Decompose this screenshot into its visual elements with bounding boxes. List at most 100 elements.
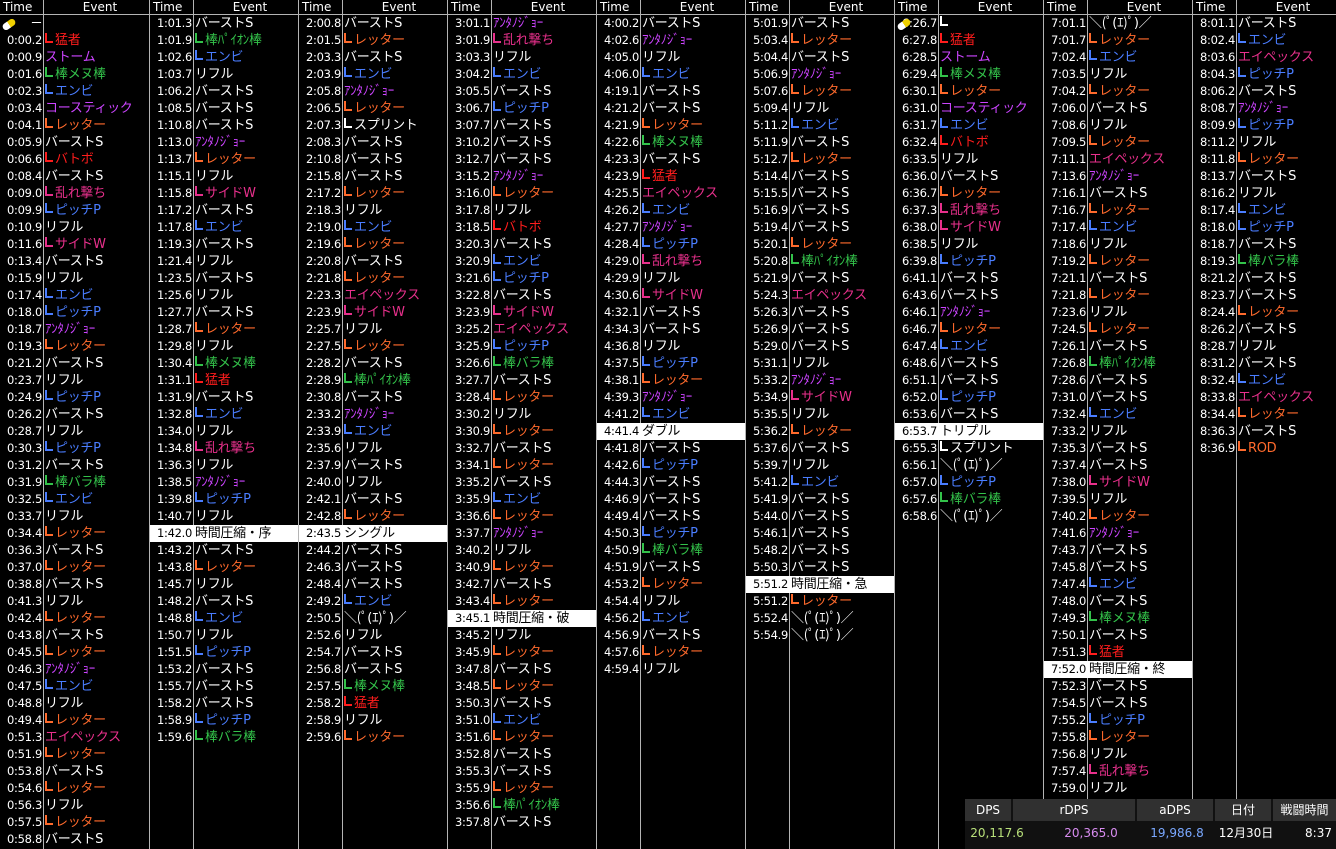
- event-row: 3:40.2 リフル: [448, 542, 596, 559]
- stats-header-duration: 戦闘時間: [1273, 799, 1336, 821]
- event-label: バーストS: [1089, 441, 1148, 456]
- event-row: 0:30.3 ピッチP: [0, 440, 149, 457]
- event-label: リフル: [45, 373, 84, 388]
- event-label: レッター: [1238, 304, 1299, 321]
- event-time: 5:11.9: [753, 135, 788, 149]
- event-label: 棒メヌ棒: [642, 134, 703, 151]
- event-row: 7:38.0 サイドW: [1044, 474, 1192, 491]
- event-time: 2:52.6: [306, 628, 341, 642]
- event-label: エンビ: [45, 678, 93, 695]
- event-time: 7:01.7: [1051, 33, 1086, 47]
- event-time: 2:56.8: [306, 662, 341, 676]
- event-time: 3:57.8: [455, 815, 490, 829]
- event-label: ピッチP: [1238, 117, 1294, 134]
- event-time: 4:02.6: [604, 33, 639, 47]
- event-label: バーストS: [45, 407, 104, 422]
- event-row: 5:34.9 サイドW: [746, 389, 894, 406]
- event-time: 6:36.0: [902, 169, 937, 183]
- event-row: 4:26.2 エンビ: [597, 202, 745, 219]
- event-label: エンビ: [45, 287, 93, 304]
- phase-marker-row: 2:43.5 シングル: [299, 525, 447, 542]
- phase-marker-row: 3:45.1 時間圧縮・破: [448, 610, 596, 627]
- event-label: バーストS: [195, 84, 254, 99]
- event-time: 7:08.6: [1051, 118, 1086, 132]
- event-label: レッター: [791, 83, 852, 100]
- event-row: 7:54.5 バーストS: [1044, 695, 1192, 712]
- event-time: 3:48.5: [455, 679, 490, 693]
- event-time: 5:36.2: [753, 424, 788, 438]
- event-row: 7:18.6 リフル: [1044, 236, 1192, 253]
- event-time: 4:46.9: [604, 492, 639, 506]
- event-label: バーストS: [642, 152, 701, 167]
- event-row: 1:50.7 リフル: [150, 627, 298, 644]
- event-time: 3:25.2: [455, 322, 490, 336]
- event-time: 0:37.0: [7, 560, 42, 574]
- event-row: 8:21.2 バーストS: [1193, 270, 1336, 287]
- event-row: 4:22.6 棒メヌ棒: [597, 134, 745, 151]
- event-row: 5:04.4 バーストS: [746, 49, 894, 66]
- event-label: レッター: [344, 100, 405, 117]
- event-row: 5:01.9 バーストS: [746, 15, 894, 32]
- event-row: 1:25.6 リフル: [150, 287, 298, 304]
- event-label: ＼(ﾟ(ｴ)ﾟ)／: [344, 611, 407, 626]
- event-label: バーストS: [344, 560, 403, 575]
- event-row: 0:26.2 バーストS: [0, 406, 149, 423]
- event-time: 3:17.8: [455, 203, 490, 217]
- event-time: 8:06.2: [1200, 84, 1235, 98]
- event-label: バーストS: [642, 16, 701, 31]
- event-time: 5:26.9: [753, 322, 788, 336]
- event-row: 7:11.1 エイペックス: [1044, 151, 1192, 168]
- event-time: 1:38.5: [157, 475, 192, 489]
- event-label: エンビ: [344, 423, 392, 440]
- event-row: 8:02.4 エンビ: [1193, 32, 1336, 49]
- event-time: 1:45.7: [157, 577, 192, 591]
- time-header: Time: [1047, 0, 1077, 14]
- event-label: 棒メヌ棒: [195, 355, 256, 372]
- event-time: 7:06.0: [1051, 101, 1086, 115]
- event-label: レッター: [1089, 134, 1150, 151]
- event-row: 3:55.3 バーストS: [448, 763, 596, 780]
- event-row: 3:18.5 バトボ: [448, 219, 596, 236]
- event-label: レッター: [940, 185, 1001, 202]
- event-time: 2:35.6: [306, 441, 341, 455]
- event-time: 2:57.5: [306, 679, 341, 693]
- event-label: レッター: [344, 270, 405, 287]
- event-label: エンビ: [642, 66, 690, 83]
- event-label: バーストS: [1089, 696, 1148, 711]
- event-row: 2:08.3 バーストS: [299, 134, 447, 151]
- event-row: 7:41.6 ｱﾝﾀﾉｼﾞｮｰ: [1044, 525, 1192, 542]
- event-time: 1:13.0: [157, 135, 192, 149]
- event-row: 0:34.4 レッター: [0, 525, 149, 542]
- event-time: 1:29.8: [157, 339, 192, 353]
- event-time: 0:28.7: [7, 424, 42, 438]
- event-time: 1:42.0: [157, 526, 192, 540]
- event-row: 0:17.4 エンビ: [0, 287, 149, 304]
- event-time: 5:14.4: [753, 169, 788, 183]
- event-time: 5:51.2: [753, 594, 788, 608]
- event-time: 4:23.3: [604, 152, 639, 166]
- event-row: 3:42.7 バーストS: [448, 576, 596, 593]
- event-time: 7:01.1: [1051, 16, 1086, 30]
- event-row: 8:04.3 ピッチP: [1193, 66, 1336, 83]
- event-row: 8:33.8 エイペックス: [1193, 389, 1336, 406]
- event-row: 8:08.7 ｱﾝﾀﾉｼﾞｮｰ: [1193, 100, 1336, 117]
- event-row: 4:25.5 エイペックス: [597, 185, 745, 202]
- event-row: 8:28.7 リフル: [1193, 338, 1336, 355]
- event-time: 7:55.2: [1051, 713, 1086, 727]
- event-row: 5:48.2 バーストS: [746, 542, 894, 559]
- event-row: 1:06.2 バーストS: [150, 83, 298, 100]
- event-label: バーストS: [344, 254, 403, 269]
- event-row: 1:48.2 バーストS: [150, 593, 298, 610]
- event-label: サイドW: [940, 219, 1001, 236]
- event-time: 3:51.6: [455, 730, 490, 744]
- event-row: 3:35.9 エンビ: [448, 491, 596, 508]
- event-label: エイペックス: [642, 186, 718, 201]
- event-time: 4:44.3: [604, 475, 639, 489]
- event-row: 6:57.6 棒バラ棒: [895, 491, 1043, 508]
- event-label: バーストS: [195, 390, 254, 405]
- event-row: 2:00.8 バーストS: [299, 15, 447, 32]
- column-header: Time Event: [1044, 0, 1192, 15]
- event-row: 0:51.9 レッター: [0, 746, 149, 763]
- event-time: 5:33.2: [753, 373, 788, 387]
- event-time: 1:13.7: [157, 152, 192, 166]
